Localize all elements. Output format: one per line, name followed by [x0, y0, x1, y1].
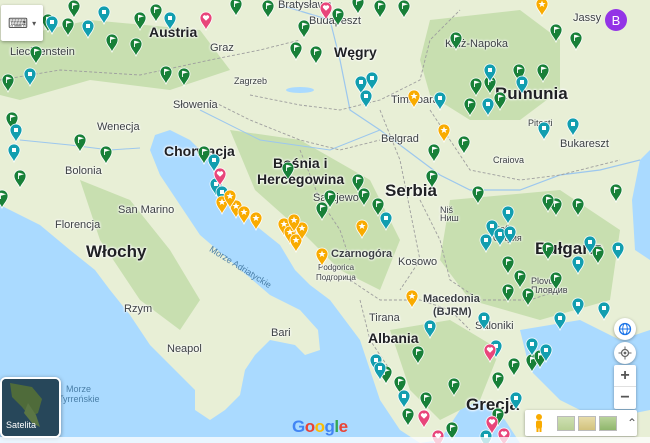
- attribution-bar: [0, 437, 650, 443]
- zoom-controls: + −: [614, 365, 636, 409]
- menu-icon: ⌨: [7, 14, 29, 31]
- satellite-label: Satelita: [6, 420, 37, 430]
- globe-icon: [618, 322, 632, 336]
- collapse-button[interactable]: ⌃: [627, 416, 637, 430]
- zoom-in-button[interactable]: +: [614, 365, 636, 387]
- account-avatar[interactable]: B: [605, 9, 627, 31]
- terrain-layer-thumb[interactable]: [556, 415, 575, 431]
- zoom-out-button[interactable]: −: [614, 387, 636, 409]
- location-icon: [618, 346, 632, 360]
- layer-strip: ⌃: [525, 410, 637, 436]
- pegman-icon[interactable]: [531, 413, 547, 433]
- google-logo: Google: [292, 417, 348, 436]
- chevron-down-icon: ▾: [32, 18, 37, 28]
- markers-layer: [0, 0, 625, 443]
- transit-layer-thumb[interactable]: [577, 415, 596, 431]
- map-menu-button[interactable]: ⌨ ▾: [1, 5, 43, 41]
- my-location-button[interactable]: [614, 342, 636, 364]
- globe-view-button[interactable]: [614, 318, 636, 340]
- satellite-layer-toggle[interactable]: Satelita: [0, 377, 61, 438]
- bike-layer-thumb[interactable]: [598, 415, 617, 431]
